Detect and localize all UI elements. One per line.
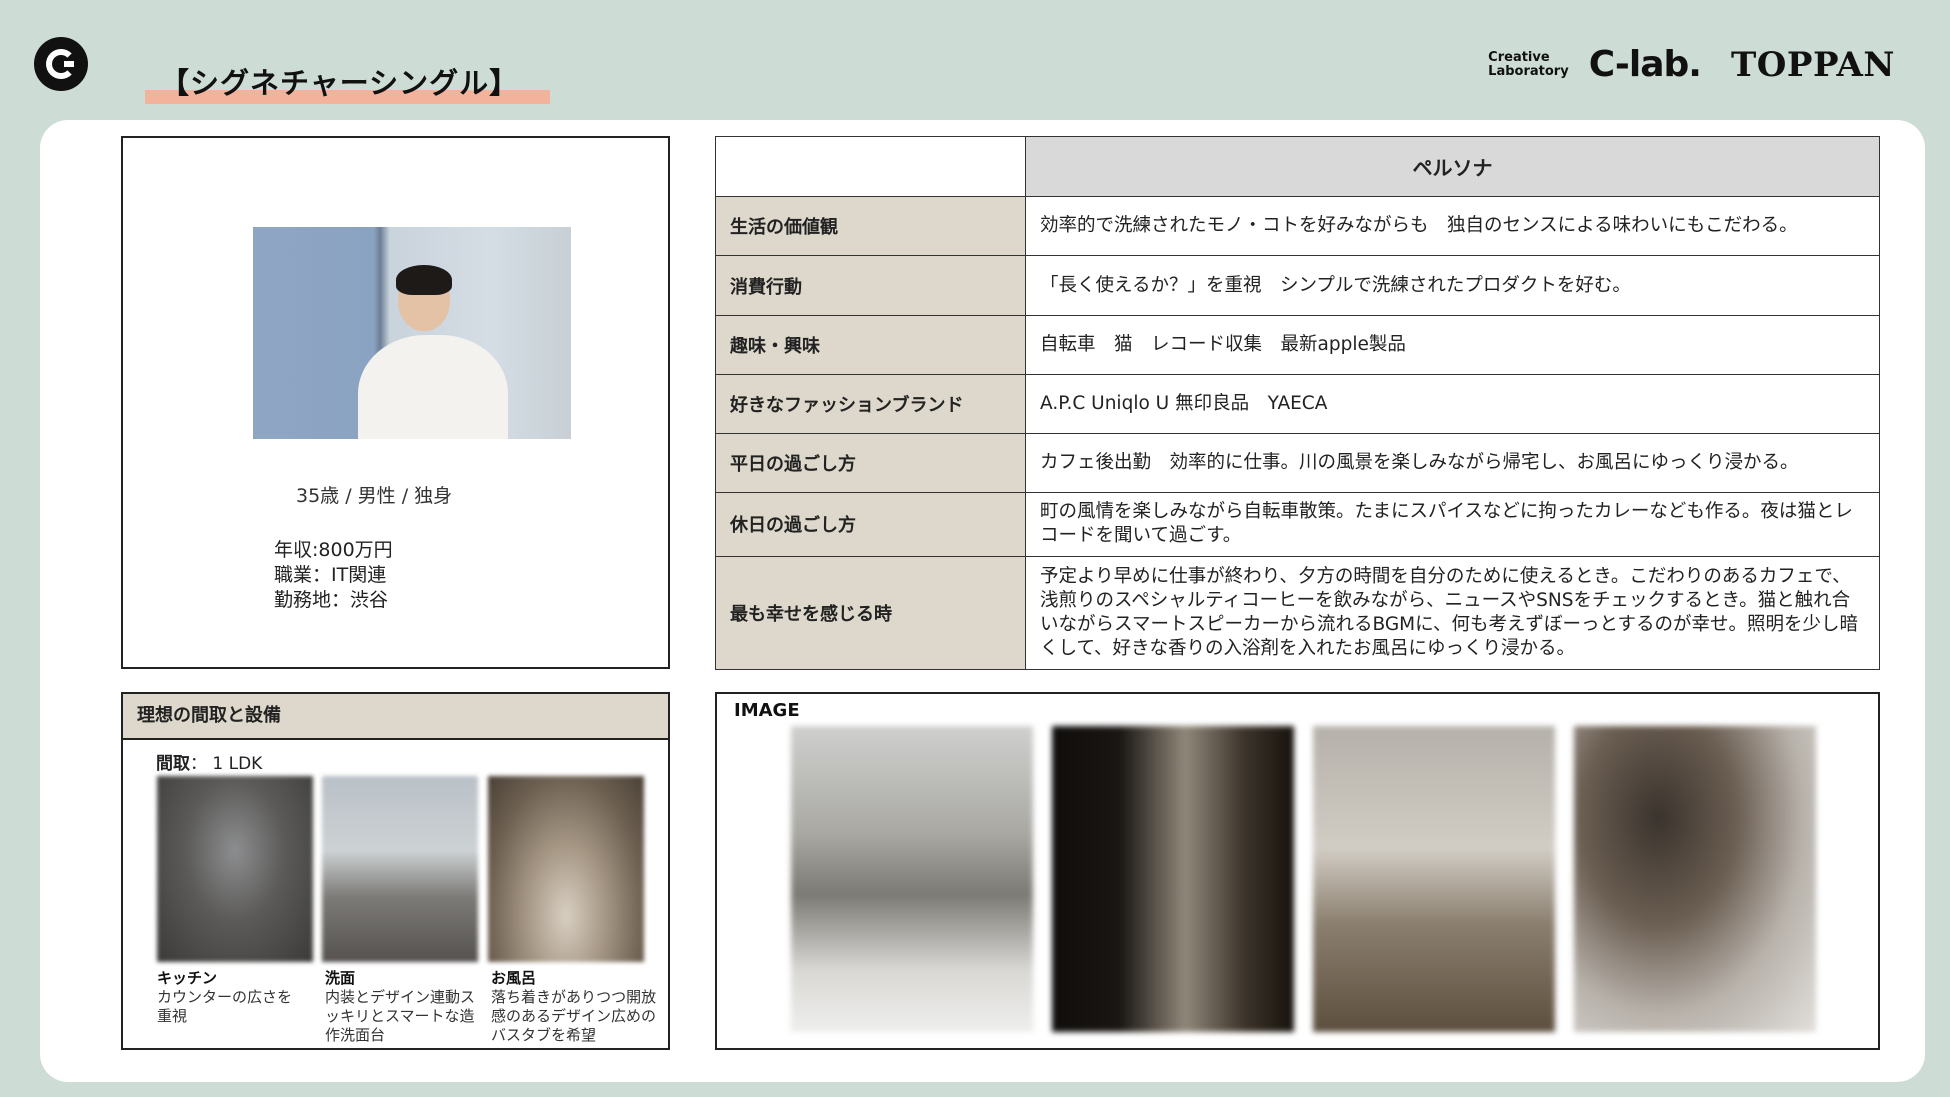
- table-row: 生活の価値観 効率的で洗練されたモノ・コトを好みながらも 独自のセンスによる味わ…: [715, 196, 1880, 257]
- image-title: IMAGE: [734, 700, 800, 721]
- persona-label: 平日の過ごし方: [715, 433, 1026, 494]
- brand-toppan-logo: TOPPAN: [1730, 44, 1895, 85]
- persona-value: 予定より早めに仕事が終わり、夕方の時間を自分のために使えるとき。こだわりのあるカ…: [1025, 555, 1880, 671]
- room-label-kitchen: キッチン カウンターの広さを重視: [157, 969, 295, 1026]
- profile-details: 年収:800万円 職業：IT関連 勤務地：渋谷: [274, 538, 393, 613]
- ideal-layout-card: 理想の間取と設備 間取： 1 LDK キッチン カウンターの広さを重視 洗面 内…: [121, 692, 670, 1050]
- persona-header-blank: [715, 135, 1026, 198]
- persona-header: ペルソナ: [1025, 135, 1880, 198]
- profile-photo: [253, 227, 571, 439]
- mood-photo-4: [1574, 726, 1816, 1032]
- brand-small-line2: Laboratory: [1488, 63, 1569, 79]
- persona-value: 効率的で洗練されたモノ・コトを好みながらも 独自のセンスによる味わいにもこだわる…: [1025, 196, 1880, 257]
- table-row: 休日の過ごし方 町の風情を楽しみながら自転車散策。たまにスパイスなどに拘ったカレ…: [715, 492, 1880, 557]
- profile-basic: 35歳 / 男性 / 独身: [296, 485, 453, 507]
- table-row: 最も幸せを感じる時 予定より早めに仕事が終わり、夕方の時間を自分のために使えると…: [715, 555, 1880, 671]
- persona-value: 自転車 猫 レコード収集 最新apple製品: [1025, 314, 1880, 375]
- layout-header: 理想の間取と設備: [123, 694, 668, 740]
- mood-photo-3: [1313, 726, 1555, 1032]
- room-label-washroom: 洗面 内装とデザイン連動スッキリとスマートな造作洗面台: [325, 969, 485, 1045]
- table-row: 好きなファッションブランド A.P.C Uniqlo U 無印良品 YAECA: [715, 373, 1880, 435]
- page-title-group: 【シグネチャーシングル】: [145, 60, 550, 104]
- room-label-bath: お風呂 落ち着きがありつつ開放感のあるデザイン広めのバスタブを希望: [491, 969, 661, 1045]
- profile-workplace: 勤務地：渋谷: [274, 589, 389, 611]
- madori-line: 間取： 1 LDK: [156, 749, 262, 774]
- room-name: お風呂: [491, 969, 537, 987]
- persona-label: 趣味・興味: [715, 314, 1026, 375]
- persona-label: 好きなファッションブランド: [715, 373, 1026, 435]
- persona-header-row: ペルソナ: [715, 135, 1880, 198]
- persona-value: 「長く使えるか？」を重視 シンプルで洗練されたプロダクトを好む。: [1025, 255, 1880, 316]
- profile-income: 年収:800万円: [274, 539, 393, 561]
- madori-value: ： 1 LDK: [190, 754, 263, 774]
- brand-logos: Creative Laboratory C-lab. TOPPAN: [1488, 44, 1895, 85]
- room-desc: カウンターの広さを重視: [157, 988, 293, 1025]
- profile-card: 35歳 / 男性 / 独身 年収:800万円 職業：IT関連 勤務地：渋谷: [121, 136, 670, 669]
- room-desc: 落ち着きがありつつ開放感のあるデザイン広めのバスタブを希望: [491, 988, 657, 1044]
- persona-value: 町の風情を楽しみながら自転車散策。たまにスパイスなどに拘ったカレーなども作る。夜…: [1025, 492, 1880, 557]
- table-row: 趣味・興味 自転車 猫 レコード収集 最新apple製品: [715, 314, 1880, 375]
- persona-label: 最も幸せを感じる時: [715, 555, 1026, 671]
- brand-clab-logo: C-lab.: [1588, 44, 1702, 85]
- brand-creative-laboratory: Creative Laboratory: [1488, 49, 1569, 79]
- profile-job: 職業：IT関連: [274, 564, 387, 586]
- table-row: 消費行動 「長く使えるか？」を重視 シンプルで洗練されたプロダクトを好む。: [715, 255, 1880, 316]
- bath-photo: [488, 776, 644, 962]
- room-desc: 内装とデザイン連動スッキリとスマートな造作洗面台: [325, 988, 476, 1044]
- image-card: IMAGE: [715, 692, 1880, 1050]
- persona-label: 消費行動: [715, 255, 1026, 316]
- persona-value: A.P.C Uniqlo U 無印良品 YAECA: [1025, 373, 1880, 435]
- clab-circle-logo-icon: [34, 37, 88, 91]
- page-title: 【シグネチャーシングル】: [160, 66, 520, 100]
- room-name: 洗面: [325, 969, 356, 987]
- brand-small-line1: Creative: [1488, 49, 1550, 65]
- persona-table: ペルソナ 生活の価値観 効率的で洗練されたモノ・コトを好みながらも 独自のセンス…: [715, 135, 1880, 671]
- madori-label: 間取: [156, 754, 190, 774]
- persona-label: 生活の価値観: [715, 196, 1026, 257]
- persona-label: 休日の過ごし方: [715, 492, 1026, 557]
- kitchen-photo: [157, 776, 313, 962]
- washroom-photo: [322, 776, 478, 962]
- mood-photo-2: [1052, 726, 1294, 1032]
- persona-value: カフェ後出勤 効率的に仕事。川の風景を楽しみながら帰宅し、お風呂にゆっくり浸かる…: [1025, 433, 1880, 494]
- mood-photo-1: [791, 726, 1033, 1032]
- table-row: 平日の過ごし方 カフェ後出勤 効率的に仕事。川の風景を楽しみながら帰宅し、お風呂…: [715, 433, 1880, 494]
- room-name: キッチン: [157, 969, 218, 987]
